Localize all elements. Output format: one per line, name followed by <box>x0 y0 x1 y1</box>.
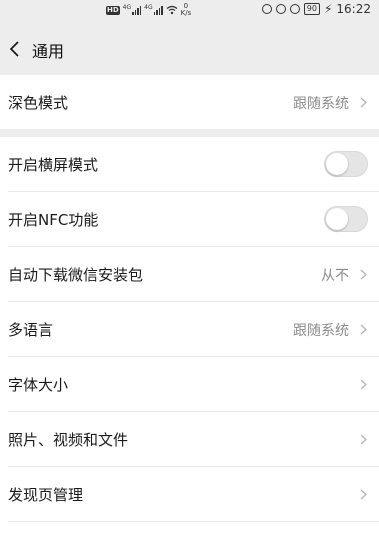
row-dark-mode[interactable]: 深色模式 跟随系统 <box>0 75 379 130</box>
row-auto-download[interactable]: 自动下载微信安装包 从不 <box>0 247 379 302</box>
eye-icon <box>275 4 286 14</box>
media-label: 照片、视频和文件 <box>8 431 129 449</box>
network-tag: 4G <box>122 4 132 11</box>
font-size-label: 字体大小 <box>8 376 69 394</box>
network-tag-2: 4G <box>144 4 153 11</box>
chevron-right-icon <box>360 434 367 445</box>
row-discover[interactable]: 发现页管理 <box>0 467 379 522</box>
chevron-right-icon <box>360 489 367 500</box>
charging-icon: ⚡ <box>323 2 333 16</box>
discover-label: 发现页管理 <box>8 486 84 504</box>
row-nfc: 开启NFC功能 <box>0 192 379 247</box>
row-font-size[interactable]: 字体大小 <box>0 357 379 412</box>
battery-icon: 90 <box>303 3 320 15</box>
back-arrow-icon[interactable] <box>8 40 20 58</box>
language-label: 多语言 <box>8 321 54 339</box>
nfc-label: 开启NFC功能 <box>8 211 99 229</box>
language-value: 跟随系统 <box>293 323 349 339</box>
page-title: 通用 <box>32 42 65 61</box>
auto-download-value: 从不 <box>321 268 349 284</box>
chevron-right-icon <box>360 269 367 280</box>
chevron-right-icon <box>360 97 367 108</box>
status-right: 90 ⚡ 16:22 <box>261 2 371 16</box>
row-media[interactable]: 照片、视频和文件 <box>0 412 379 467</box>
nfc-status-icon <box>261 4 272 14</box>
chevron-right-icon <box>360 324 367 335</box>
status-left: HD 4G 4G 0 K/s <box>106 3 191 17</box>
signal-icon-2: 4G <box>144 4 163 15</box>
landscape-toggle[interactable] <box>324 151 368 177</box>
nav-bar: 通用 <box>0 20 379 78</box>
speed-unit: K/s <box>180 9 192 17</box>
chevron-right-icon <box>360 379 367 390</box>
alarm-icon <box>289 4 300 14</box>
dark-mode-label: 深色模式 <box>8 94 69 112</box>
status-bar: HD 4G 4G 0 K/s 90 ⚡ 16:22 <box>0 0 379 20</box>
row-landscape: 开启横屏模式 <box>0 137 379 192</box>
network-speed: 0 K/s <box>181 3 192 17</box>
toggle-knob <box>326 153 348 175</box>
wifi-icon <box>166 5 177 15</box>
toggle-knob <box>326 208 348 230</box>
dark-mode-value: 跟随系统 <box>293 96 349 112</box>
hd-badge: HD <box>106 5 120 15</box>
signal-icon: 4G <box>122 4 142 15</box>
landscape-label: 开启横屏模式 <box>8 156 99 174</box>
settings-group-display: 深色模式 跟随系统 <box>0 75 379 129</box>
row-language[interactable]: 多语言 跟随系统 <box>0 302 379 357</box>
auto-download-label: 自动下载微信安装包 <box>8 266 144 284</box>
settings-group-general: 开启横屏模式 开启NFC功能 自动下载微信安装包 从不 多语言 跟随系统 字体大… <box>0 137 379 540</box>
clock-time: 16:22 <box>336 2 371 16</box>
nfc-toggle[interactable] <box>324 206 368 232</box>
